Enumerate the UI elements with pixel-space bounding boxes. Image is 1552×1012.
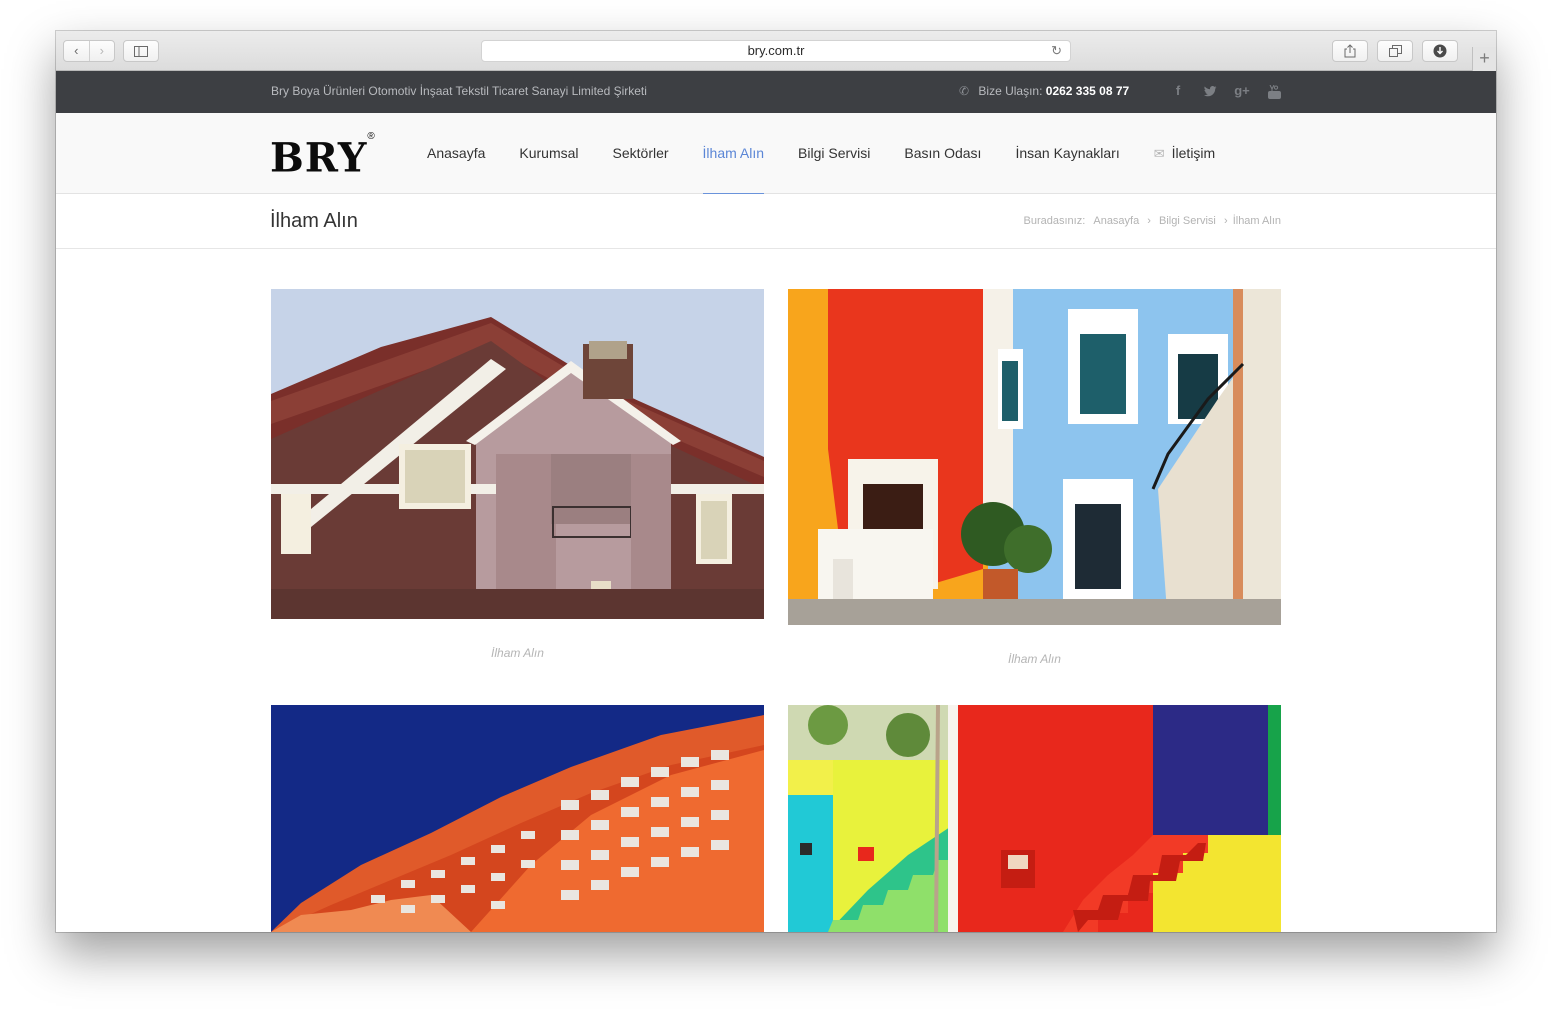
- breadcrumb-separator: ›: [1223, 215, 1228, 227]
- breadcrumb-prefix: Buradasınız:: [1023, 215, 1086, 227]
- tabs-icon: [1388, 45, 1402, 57]
- phone-number[interactable]: 0262 335 08 77: [1046, 84, 1129, 98]
- gallery-photo-house[interactable]: [271, 289, 764, 619]
- browser-window: ‹ › bry.com.tr ↻ + Bry Boya Ürünleri Oto…: [56, 31, 1496, 932]
- history-nav: ‹ ›: [63, 40, 115, 62]
- phone-icon: ✆: [959, 84, 970, 98]
- downloads-button[interactable]: [1422, 40, 1458, 62]
- nav-item-iletisim-label: İletişim: [1171, 145, 1216, 161]
- reload-icon[interactable]: ↻: [1051, 41, 1062, 61]
- gallery-card[interactable]: İlham Alın: [271, 289, 764, 660]
- site-logo[interactable]: BRY®: [270, 131, 376, 182]
- breadcrumb-separator: ›: [1147, 215, 1151, 227]
- breadcrumb-item-anasayfa[interactable]: Anasayfa: [1093, 215, 1139, 227]
- new-tab-button[interactable]: +: [1472, 47, 1496, 71]
- nav-item-iletisim[interactable]: ✉ İletişim: [1137, 113, 1232, 194]
- url-text: bry.com.tr: [747, 43, 805, 58]
- nav-item-kurumsal[interactable]: Kurumsal: [502, 113, 595, 194]
- contact-label: Bize Ulaşın:: [978, 84, 1043, 98]
- nav-item-insan-kaynaklari[interactable]: İnsan Kaynakları: [998, 113, 1136, 194]
- gallery-card[interactable]: İlham Alın: [788, 289, 1281, 666]
- nav-item-ilham-alin[interactable]: İlham Alın: [686, 113, 781, 195]
- facebook-icon[interactable]: f: [1162, 71, 1194, 111]
- top-info-bar: Bry Boya Ürünleri Otomotiv İnşaat Teksti…: [56, 71, 1496, 113]
- main-nav: Anasayfa Kurumsal Sektörler İlham Alın B…: [410, 113, 1232, 195]
- nav-item-anasayfa[interactable]: Anasayfa: [410, 113, 502, 194]
- nav-item-sektorler[interactable]: Sektörler: [596, 113, 686, 194]
- gallery-caption: İlham Alın: [491, 646, 544, 660]
- gallery-photo-apartments[interactable]: [271, 705, 764, 932]
- sidebar-icon: [134, 45, 148, 57]
- page-title: İlham Alın: [270, 210, 358, 232]
- site-header: BRY® Anasayfa Kurumsal Sektörler İlham A…: [56, 113, 1496, 195]
- download-icon: [1433, 44, 1447, 58]
- share-button[interactable]: [1332, 40, 1368, 62]
- show-tabs-button[interactable]: [1377, 40, 1413, 62]
- gallery-photo-street[interactable]: [788, 289, 1281, 625]
- breadcrumb-item-current: İlham Alın: [1232, 215, 1281, 227]
- gallery-card[interactable]: [788, 705, 1281, 932]
- gallery-card[interactable]: [271, 705, 764, 932]
- twitter-icon[interactable]: [1194, 71, 1226, 111]
- nav-item-basin-odasi[interactable]: Basın Odası: [887, 113, 998, 194]
- youtube-icon[interactable]: [1258, 71, 1290, 111]
- envelope-icon: ✉: [1153, 146, 1165, 161]
- address-bar[interactable]: bry.com.tr ↻: [481, 40, 1071, 62]
- forward-icon[interactable]: ›: [88, 41, 115, 61]
- back-icon[interactable]: ‹: [64, 41, 89, 61]
- gallery-caption: İlham Alın: [1008, 652, 1061, 666]
- social-links: f g+: [1162, 71, 1290, 111]
- browser-toolbar: ‹ › bry.com.tr ↻ +: [56, 31, 1496, 71]
- company-name: Bry Boya Ürünleri Otomotiv İnşaat Teksti…: [271, 84, 647, 98]
- gallery-photo-stairs[interactable]: [788, 705, 1281, 932]
- share-icon: [1344, 44, 1356, 58]
- breadcrumb: Buradasınız: Anasayfa › Bilgi Servisi › …: [1024, 194, 1281, 248]
- google-plus-icon[interactable]: g+: [1226, 71, 1258, 111]
- logo-text: BRY: [270, 134, 368, 182]
- contact-info: ✆ Bize Ulaşın: 0262 335 08 77: [959, 71, 1129, 111]
- sidebar-toggle-button[interactable]: [123, 40, 159, 62]
- page-title-bar: İlham Alın Buradasınız: Anasayfa › Bilgi…: [56, 194, 1496, 249]
- breadcrumb-item-bilgi-servisi[interactable]: Bilgi Servisi: [1159, 215, 1216, 227]
- registered-mark: ®: [367, 131, 376, 142]
- nav-item-bilgi-servisi[interactable]: Bilgi Servisi: [781, 113, 887, 194]
